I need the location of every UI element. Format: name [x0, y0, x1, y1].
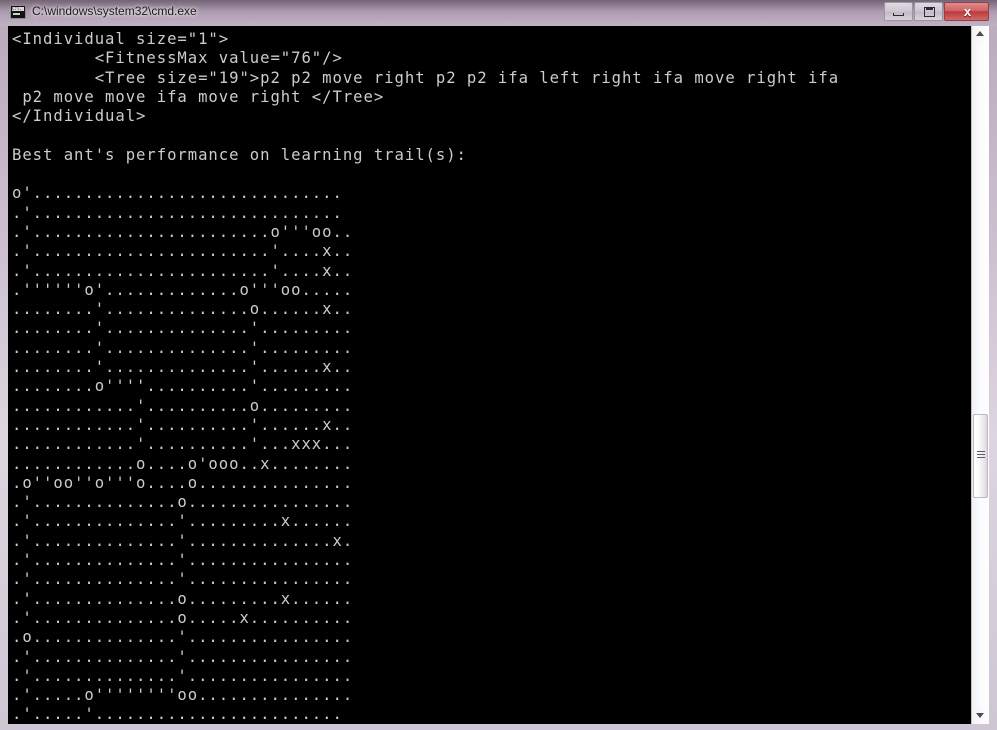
- cmd-icon-cursor: [13, 13, 20, 15]
- maximize-button[interactable]: [914, 2, 943, 21]
- console-text: <Individual size="1"> <FitnessMax value=…: [12, 30, 840, 724]
- cmd-console-icon: C:\.: [10, 5, 26, 19]
- chevron-down-icon: [976, 713, 984, 718]
- scroll-down-arrow-button[interactable]: [972, 707, 989, 724]
- title-bar[interactable]: C:\. C:\windows\system32\cmd.exe x: [0, 0, 997, 24]
- window-title: C:\windows\system32\cmd.exe: [32, 4, 197, 18]
- vertical-scrollbar[interactable]: [971, 26, 989, 724]
- scrollbar-track[interactable]: [973, 43, 988, 707]
- cmd-window: C:\. C:\windows\system32\cmd.exe x <Indi…: [0, 0, 997, 730]
- scrollbar-grip-icon: [977, 451, 985, 460]
- console-output-pane[interactable]: <Individual size="1"> <FitnessMax value=…: [8, 26, 971, 724]
- close-button[interactable]: x: [944, 2, 989, 21]
- minimize-button[interactable]: [884, 2, 913, 21]
- cmd-icon-bar: C:\.: [12, 7, 24, 11]
- maximize-icon: [924, 7, 935, 17]
- chevron-up-icon: [976, 31, 984, 36]
- console-client-area: <Individual size="1"> <FitnessMax value=…: [8, 26, 989, 724]
- scroll-up-arrow-button[interactable]: [972, 26, 989, 43]
- scrollbar-thumb[interactable]: [973, 414, 988, 499]
- close-icon: x: [963, 4, 972, 19]
- minimize-icon: [893, 13, 904, 16]
